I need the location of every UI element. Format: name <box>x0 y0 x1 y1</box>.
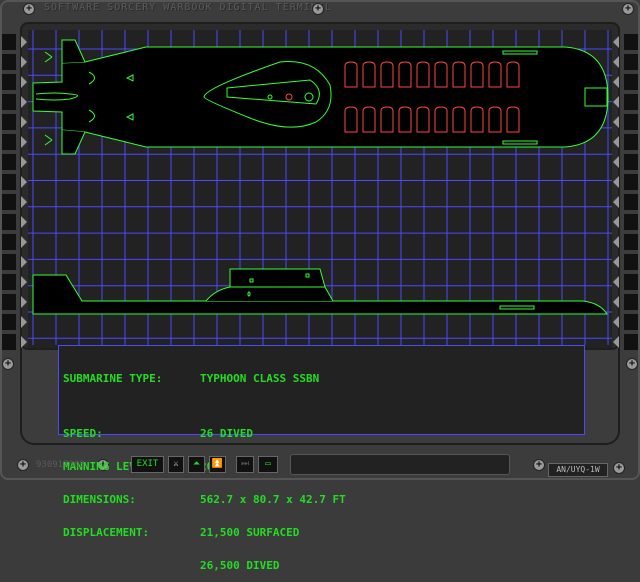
monitor-button[interactable]: ▭ <box>258 456 278 473</box>
side-tab-arrow <box>613 316 619 328</box>
side-tab-arrow <box>21 136 27 148</box>
side-tab-arrow <box>21 236 27 248</box>
side-tab-arrow <box>613 236 619 248</box>
side-tab-arrow <box>21 56 27 68</box>
side-tab <box>624 94 638 110</box>
side-tab <box>624 74 638 90</box>
side-tab-arrow <box>613 36 619 48</box>
displacement-label: DISPLACEMENT: <box>63 526 150 539</box>
side-tab <box>624 234 638 250</box>
top-icon: ⏫ <box>211 459 224 469</box>
side-tab <box>624 294 638 310</box>
side-tab <box>2 54 16 70</box>
side-tab <box>624 114 638 130</box>
side-tab-arrow <box>613 296 619 308</box>
side-tab <box>2 314 16 330</box>
side-tab <box>624 254 638 270</box>
side-tab-arrow <box>613 276 619 288</box>
side-tab-arrow <box>21 316 27 328</box>
side-tab <box>624 134 638 150</box>
side-tab <box>624 174 638 190</box>
side-tab <box>624 34 638 50</box>
side-tab-arrow <box>21 116 27 128</box>
side-tab-arrow <box>613 156 619 168</box>
displacement-value: 21,500 SURFACED <box>200 526 300 539</box>
side-tab-arrow <box>21 256 27 268</box>
speed-label: SPEED: <box>63 427 103 440</box>
side-tab-arrow <box>21 76 27 88</box>
side-tab <box>624 154 638 170</box>
side-tab <box>624 334 638 350</box>
side-tab-arrow <box>21 216 27 228</box>
side-tab-arrow <box>21 36 27 48</box>
message-field <box>290 454 510 475</box>
side-tab <box>2 334 16 350</box>
submarine-top-view <box>32 39 609 155</box>
type-value: TYPHOON CLASS SSBN <box>200 372 320 385</box>
serial-number: 930917003 <box>36 460 85 470</box>
side-tab <box>2 154 16 170</box>
side-tab <box>2 134 16 150</box>
side-tab-arrow <box>21 156 27 168</box>
sword-icon: ⚔ <box>173 459 179 469</box>
side-tab <box>2 74 16 90</box>
side-tab-arrow <box>613 196 619 208</box>
side-tab-arrow <box>613 256 619 268</box>
side-tab <box>2 274 16 290</box>
side-tab-arrow <box>21 96 27 108</box>
side-tab <box>624 194 638 210</box>
side-tab-arrow <box>21 336 27 348</box>
side-tab-arrow <box>21 296 27 308</box>
side-tab <box>624 54 638 70</box>
dimensions-label: DIMENSIONS: <box>63 493 136 506</box>
up-icon: ⏶ <box>192 459 201 469</box>
side-tab-arrow <box>21 276 27 288</box>
side-tab <box>624 214 638 230</box>
monitor-icon: ▭ <box>265 459 271 469</box>
side-tab <box>2 234 16 250</box>
side-tab-arrow <box>613 76 619 88</box>
side-tab <box>2 214 16 230</box>
side-tab-arrow <box>21 196 27 208</box>
side-tab <box>624 314 638 330</box>
side-tab-arrow <box>613 116 619 128</box>
side-tab-arrow <box>613 96 619 108</box>
side-tab-arrow <box>613 336 619 348</box>
up-button[interactable]: ⏶ <box>188 456 205 473</box>
side-tab-arrow <box>613 56 619 68</box>
side-tab <box>2 294 16 310</box>
type-label: SUBMARINE TYPE: <box>63 372 163 385</box>
model-label: AN/UYQ-1W <box>548 463 608 477</box>
info-panel: SUBMARINE TYPE: TYPHOON CLASS SSBN SPEED:… <box>58 345 585 571</box>
side-tab <box>2 254 16 270</box>
top-button[interactable]: ⏫ <box>209 456 226 473</box>
side-tab-arrow <box>21 176 27 188</box>
exit-button[interactable]: EXIT <box>131 456 164 473</box>
sword-button[interactable]: ⚔ <box>168 456 184 473</box>
side-tab <box>2 114 16 130</box>
side-tab-arrow <box>613 136 619 148</box>
displacement-label-2 <box>63 560 200 571</box>
side-tab-arrow <box>613 176 619 188</box>
next-button[interactable]: ⏭ <box>236 456 254 473</box>
displacement-dived-value: 26,500 DIVED <box>200 559 280 572</box>
side-tab <box>2 174 16 190</box>
side-tab <box>2 194 16 210</box>
side-tab <box>624 274 638 290</box>
dimensions-value: 562.7 x 80.7 x 42.7 FT <box>200 493 346 506</box>
next-icon: ⏭ <box>240 459 250 469</box>
side-tab <box>2 94 16 110</box>
speed-value: 26 DIVED <box>200 427 253 440</box>
side-tab-arrow <box>613 216 619 228</box>
side-tab <box>2 34 16 50</box>
